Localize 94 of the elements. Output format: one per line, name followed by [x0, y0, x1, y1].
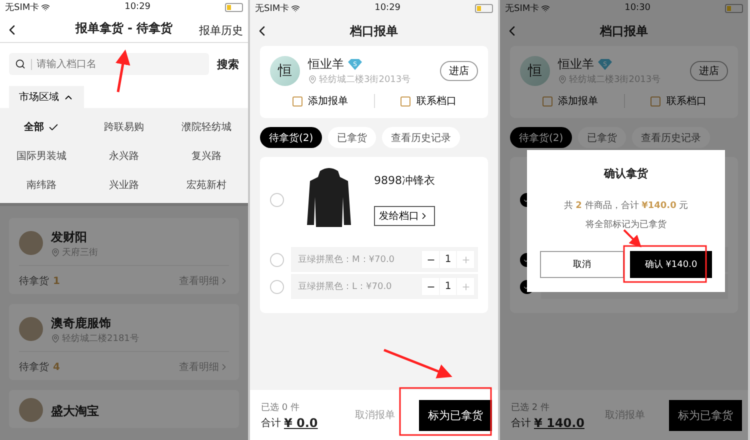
search-icon — [15, 58, 26, 70]
annotation-arrow — [115, 50, 130, 92]
region-option[interactable]: 全部 — [0, 117, 83, 137]
store-avatar: 恒 — [270, 56, 300, 86]
search-field[interactable]: 请输入档口名 — [9, 53, 209, 75]
variant-radio[interactable] — [270, 280, 284, 294]
history-link[interactable]: 报单历史 — [199, 22, 243, 38]
store-action[interactable]: 联系档口 — [378, 94, 478, 108]
store-name: 恒业羊 — [308, 56, 344, 73]
store-action[interactable]: 联系档口 — [628, 94, 728, 108]
filter-tab[interactable]: 待拿货(2) — [260, 127, 322, 148]
check-icon — [48, 122, 59, 132]
confirm-button[interactable]: 确认 ¥140.0 — [630, 251, 712, 278]
variant-label: 豆绿拼黑色：L：¥70.0 — [298, 280, 392, 293]
wifi-icon — [291, 4, 300, 12]
mark-picked-button[interactable]: 标为已拿货 — [419, 400, 492, 430]
pin-icon — [558, 75, 567, 84]
send-to-stall-button[interactable]: 发给档口 — [374, 206, 435, 226]
region-option[interactable]: 跨联易购 — [82, 117, 166, 137]
enter-store-button[interactable]: 进店 — [440, 61, 478, 81]
selected-count: 已选 0 件 — [261, 402, 300, 414]
store-name: 恒业羊 — [558, 56, 594, 73]
variant-radio[interactable] — [270, 252, 284, 266]
battery-icon — [224, 2, 243, 12]
filter-tab[interactable]: 待拿货(2) — [510, 127, 572, 148]
region-option[interactable]: 濮院轻纺城 — [165, 117, 248, 137]
wifi-icon — [41, 2, 50, 12]
quantity-value: 1 — [440, 251, 456, 268]
region-option[interactable]: 永兴路 — [82, 146, 166, 166]
annotation-arrow — [384, 348, 452, 378]
store-address: 轻纺城二楼2181号 — [62, 332, 139, 345]
pending-count: 1 — [53, 276, 60, 286]
region-option[interactable]: 复兴路 — [165, 146, 248, 166]
pending-label: 待拿货 — [19, 360, 49, 374]
filter-tab[interactable]: 查看历史记录 — [632, 127, 710, 148]
photo-placeholder — [19, 398, 43, 422]
search-input[interactable]: 请输入档口名 — [30, 58, 203, 70]
carrier-label: 无SIM卡 — [255, 2, 290, 14]
variant-label: 豆绿拼黑色：M：¥70.0 — [298, 254, 395, 266]
store-address: 轻纺城二楼3街2013号 — [319, 74, 411, 86]
store-name: 发财阳 — [51, 230, 87, 244]
selected-count: 已选 2 件 — [511, 402, 550, 414]
pin-icon — [51, 248, 60, 257]
region-option[interactable]: 兴业路 — [82, 175, 166, 195]
dialog-title: 确认拿货 — [604, 166, 648, 181]
cancel-button[interactable]: 取消 — [540, 251, 624, 278]
carrier-label: 无SIM卡 — [5, 2, 40, 14]
filter-tab[interactable]: 查看历史记录 — [382, 127, 460, 148]
total-amount: ¥ 0.0 — [284, 416, 318, 430]
filter-tab[interactable]: 已拿货 — [578, 127, 626, 148]
enter-store-button[interactable]: 进店 — [690, 61, 728, 81]
filter-tab[interactable]: 已拿货 — [328, 127, 376, 148]
status-time: 10:30 — [624, 3, 651, 13]
minus-button[interactable] — [422, 278, 439, 295]
market-filter-tab[interactable]: 市场区域 — [9, 86, 84, 108]
store-address: 天府三街 — [62, 246, 98, 259]
plus-icon — [460, 254, 470, 264]
store-action[interactable]: 添加报单 — [520, 94, 620, 108]
total-label: 合计 — [511, 416, 531, 430]
carrier-label: 无SIM卡 — [505, 2, 540, 14]
region-option[interactable]: 南纬路 — [0, 175, 83, 195]
total-label: 合计 — [261, 416, 281, 430]
product-radio[interactable] — [270, 193, 284, 207]
search-button[interactable]: 搜索 — [217, 56, 239, 72]
page-title: 报单拿货 - 待拿货 — [75, 20, 173, 37]
page-title: 档口报单 — [600, 22, 648, 40]
mark-picked-button[interactable]: 标为已拿货 — [669, 400, 742, 430]
annotation-arrow — [623, 229, 642, 248]
region-option[interactable]: 国际男装城 — [0, 146, 83, 166]
battery-icon — [724, 4, 743, 12]
dialog-message: 共 2 件商品，合计 ¥140.0 元 — [564, 200, 688, 212]
page-title: 档口报单 — [350, 22, 398, 40]
dialog-note: 将全部标记为已拿货 — [586, 218, 666, 231]
pin-icon — [51, 334, 60, 343]
product-name: 9898冲锋衣 — [374, 173, 435, 188]
total-amount: ¥ 140.0 — [534, 416, 584, 430]
plus-icon — [460, 282, 470, 292]
store-avatar: 恒 — [520, 56, 550, 86]
store-name: 澳奇鹿服饰 — [51, 316, 111, 330]
status-time: 10:29 — [374, 3, 401, 13]
status-time: 10:29 — [124, 2, 151, 12]
store-action[interactable]: 添加报单 — [270, 94, 370, 108]
pin-icon — [308, 75, 317, 84]
pending-label: 待拿货 — [19, 274, 49, 288]
store-name: 盛大淘宝 — [51, 404, 99, 418]
region-option[interactable]: 宏苑新村 — [165, 175, 248, 195]
jacket-drawing — [306, 167, 352, 229]
minus-button[interactable] — [422, 251, 439, 268]
wifi-icon — [541, 4, 550, 12]
battery-icon — [474, 4, 493, 12]
quantity-value: 1 — [440, 278, 456, 295]
pending-count: 4 — [53, 362, 60, 372]
photo-placeholder — [19, 316, 43, 340]
photo-placeholder — [19, 230, 43, 254]
